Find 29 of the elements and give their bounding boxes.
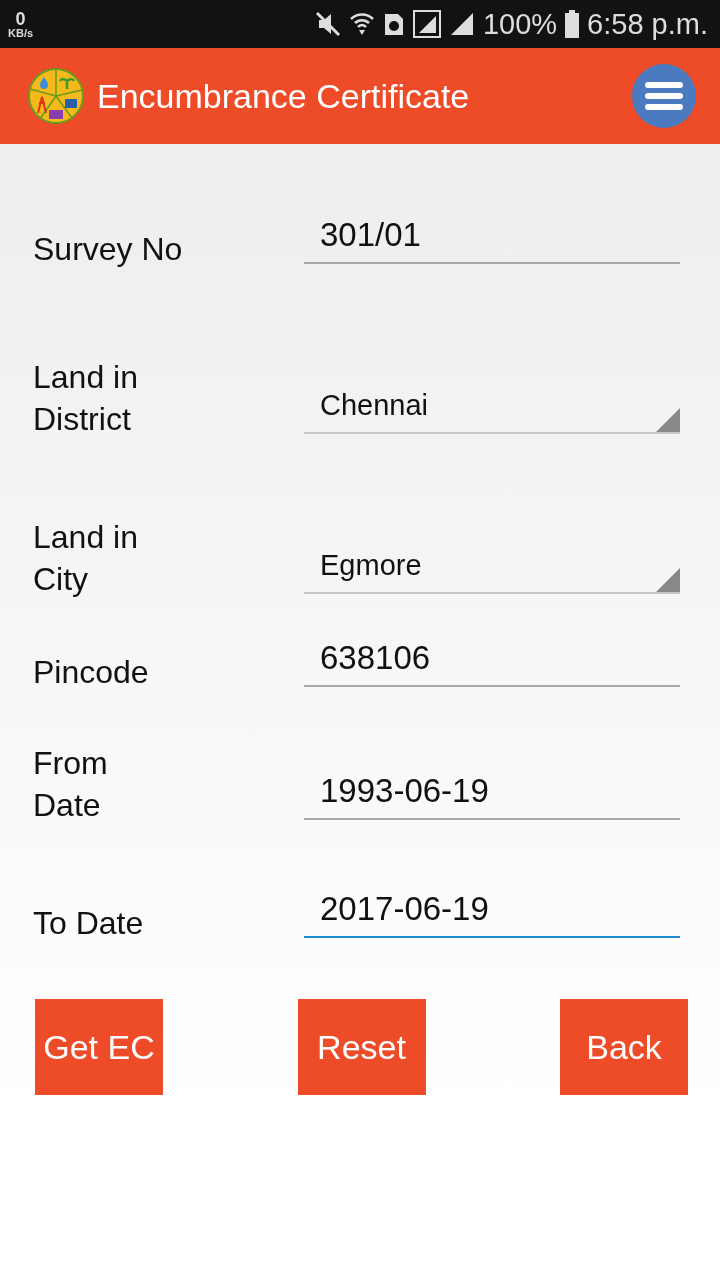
field-label: Pincode	[33, 653, 150, 692]
mute-icon	[314, 11, 341, 37]
action-button[interactable]: Back	[560, 999, 688, 1095]
dropdown[interactable]: Egmore	[304, 549, 680, 594]
clock: 6:58 p.m.	[587, 7, 708, 41]
battery-percent: 100%	[482, 7, 558, 41]
input-field[interactable]: 301/01	[304, 216, 680, 264]
sim-icon	[382, 11, 405, 37]
input-field[interactable]: 2017-06-19	[304, 890, 680, 938]
wifi-icon	[348, 11, 375, 37]
speed-value: 0	[15, 9, 26, 28]
action-button[interactable]: Reset	[297, 999, 426, 1095]
logo-icon	[27, 67, 85, 125]
battery-icon	[565, 10, 580, 38]
field-label: Land in District	[33, 358, 139, 439]
input-field[interactable]: 1993-06-19	[304, 772, 680, 820]
field-label: To Date	[33, 904, 145, 943]
dropdown-corner-icon	[656, 568, 680, 592]
field-label: Survey No	[33, 230, 184, 269]
app-title: Encumbrance Certificate	[97, 76, 471, 116]
action-button[interactable]: Get EC	[35, 999, 163, 1095]
menu-icon	[644, 81, 684, 111]
signal-icon	[412, 10, 441, 38]
input-field[interactable]: 638106	[304, 639, 680, 687]
speed-unit: KB/s	[8, 27, 34, 39]
dropdown-corner-icon	[656, 408, 680, 432]
field-label: Land in City	[33, 518, 139, 599]
field-label: From Date	[33, 744, 109, 825]
dropdown[interactable]: Chennai	[304, 389, 680, 434]
